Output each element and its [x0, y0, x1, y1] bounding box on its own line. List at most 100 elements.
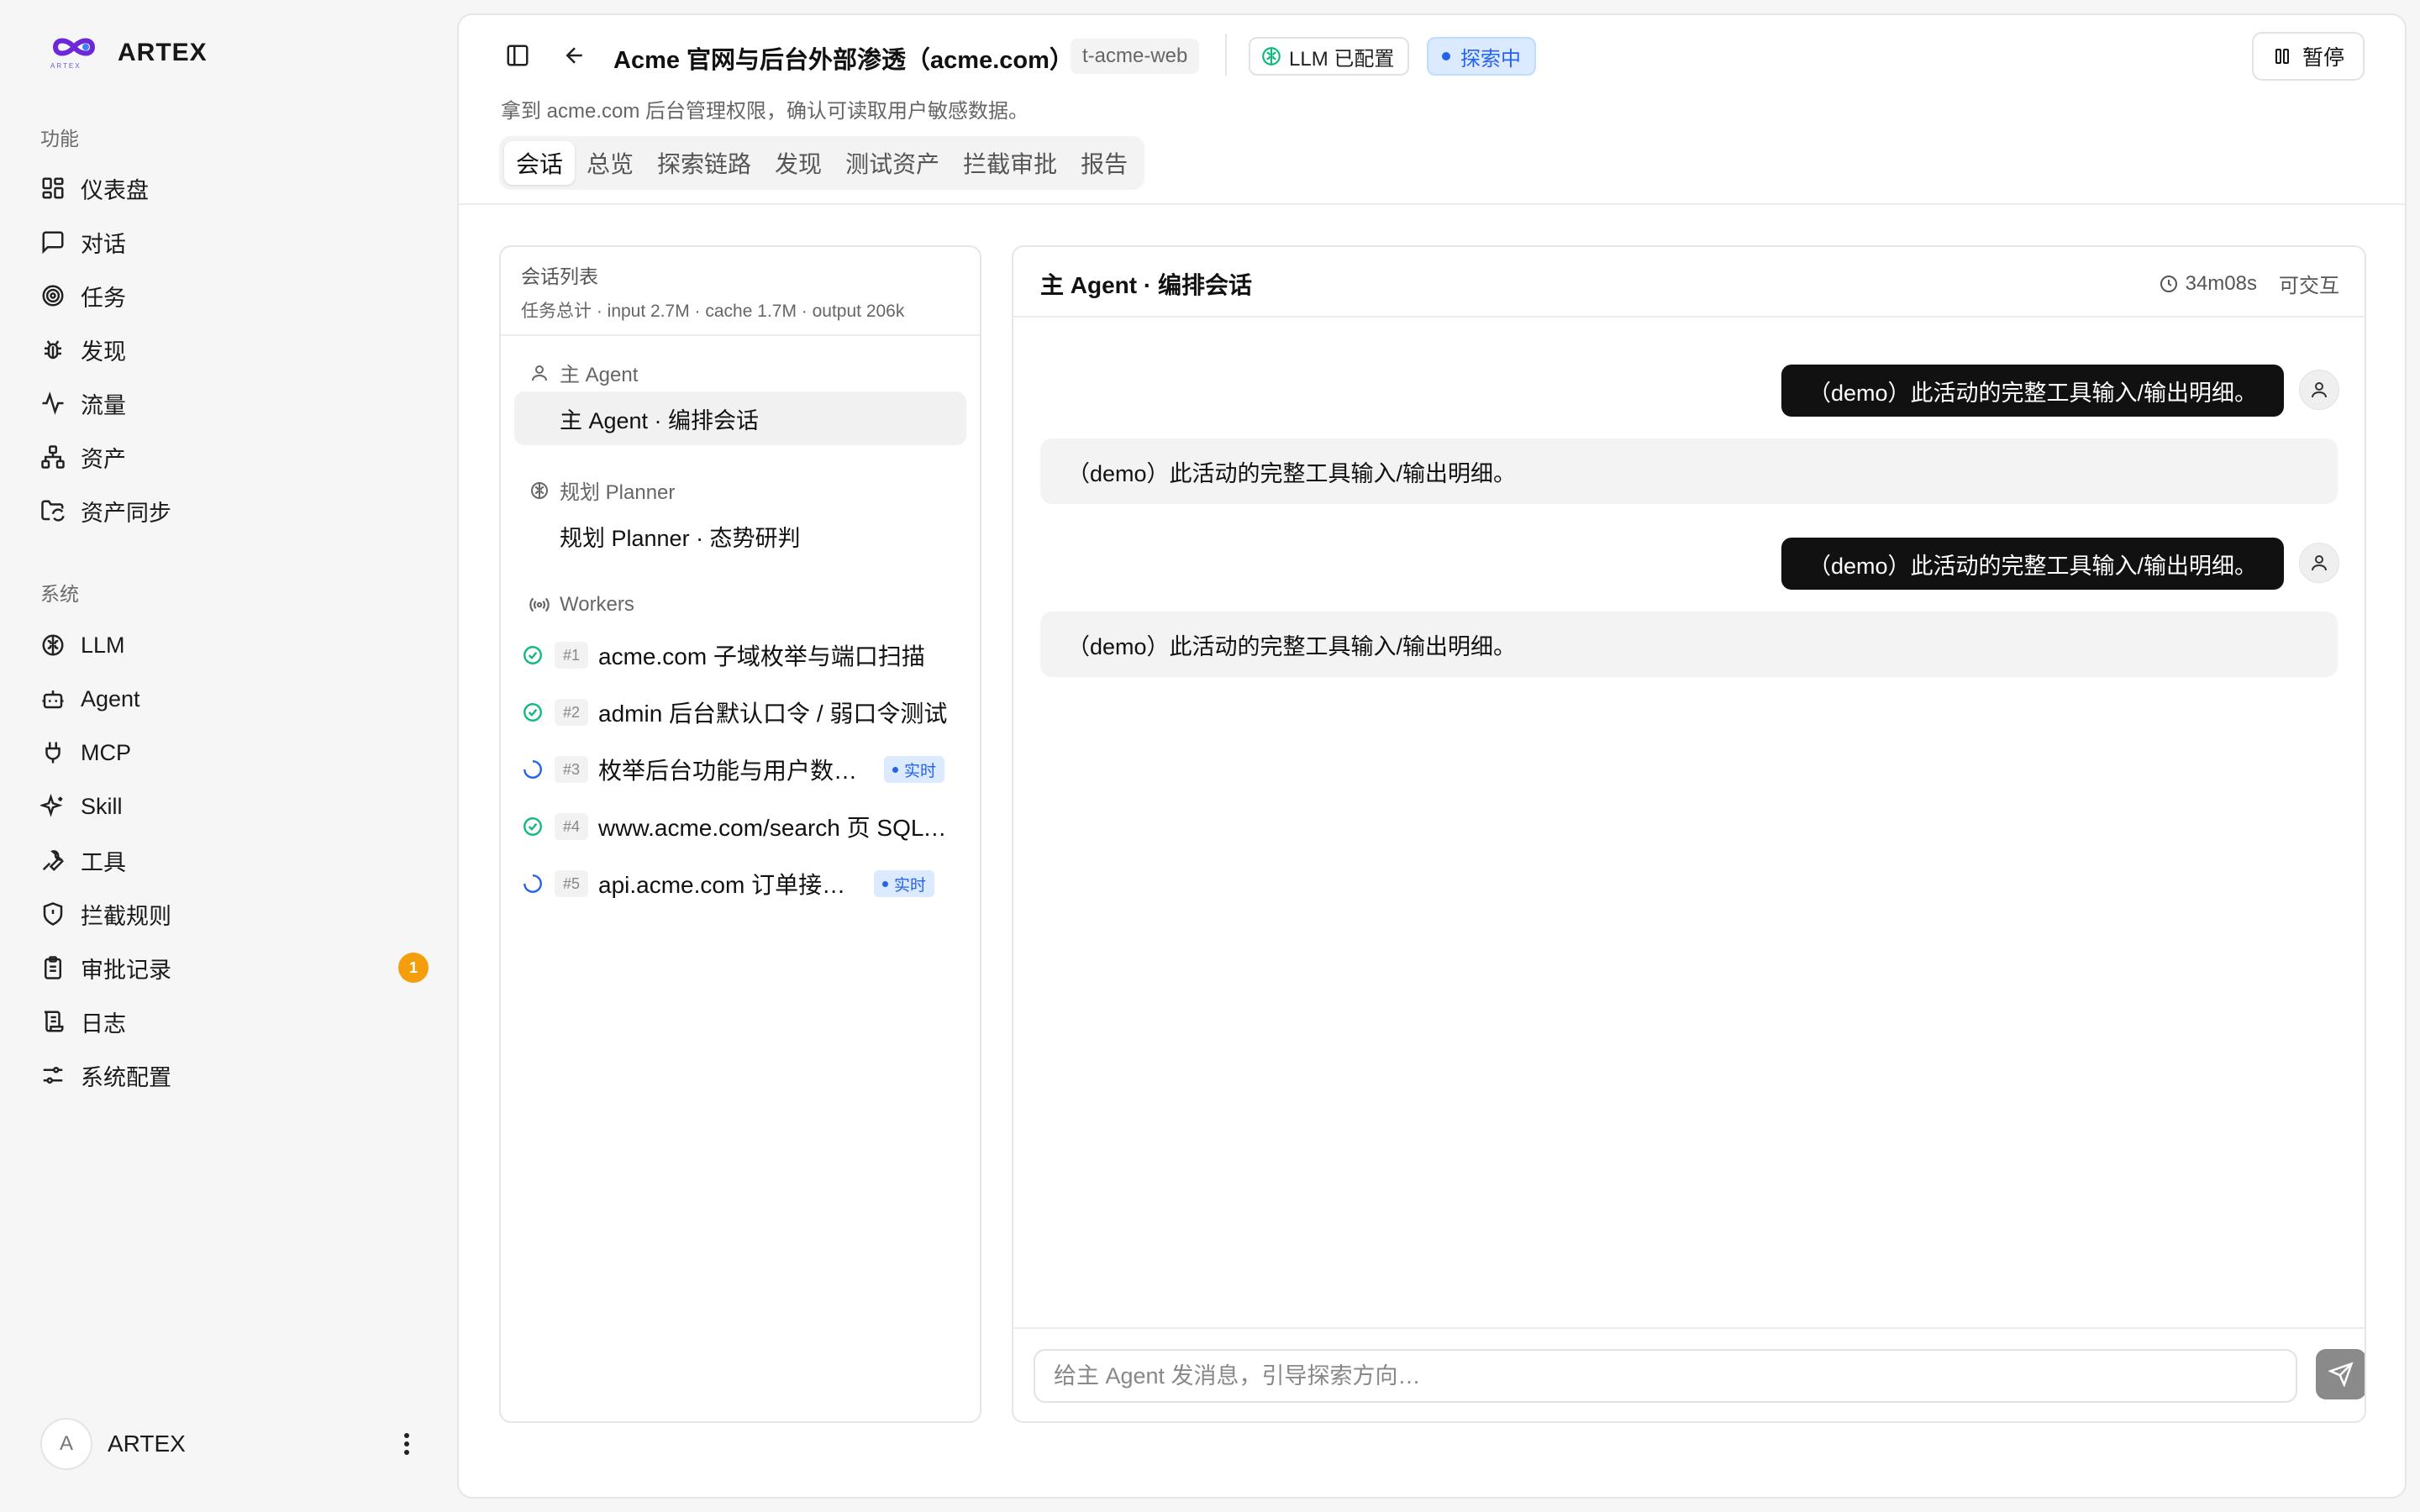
clock-icon [2159, 274, 2179, 294]
live-badge: 实时 [884, 756, 945, 783]
nav-item-tools[interactable]: 工具 [37, 838, 429, 882]
task-tabs: 会话 总览 探索链路 发现 测试资产 拦截审批 报告 [499, 136, 1145, 190]
user-name: ARTEX [108, 1431, 186, 1457]
live-badge: 实时 [874, 870, 935, 897]
nav-label: LLM [81, 632, 125, 658]
worker-label: admin 后台默认口令 / 弱口令测试 [598, 701, 948, 727]
back-arrow-icon[interactable] [556, 37, 593, 74]
nav-item-intercept-rules[interactable]: 拦截规则 [37, 892, 429, 936]
worker-number: #3 [555, 756, 588, 783]
nav-label: 日志 [81, 1011, 126, 1037]
nav-label: 资产同步 [81, 500, 171, 526]
worker-item-5[interactable]: #5 api.acme.com 订单接口越权测试 实时 [521, 860, 966, 907]
main-panel: Acme 官网与后台外部渗透（acme.com） t-acme-web LLM … [457, 13, 2407, 1499]
send-button[interactable] [2316, 1349, 2365, 1399]
elapsed-time: 34m08s [2185, 271, 2257, 295]
tab-sessions[interactable]: 会话 [504, 141, 576, 185]
brand[interactable]: ARTEX ARTEX [49, 32, 208, 74]
nav-label: Skill [81, 793, 123, 819]
pause-label: 暂停 [2302, 46, 2344, 70]
send-icon [2328, 1362, 2354, 1387]
assistant-message: （demo）此活动的完整工具输入/输出明细。 [1040, 612, 2338, 677]
session-list-title: 会话列表 [521, 265, 598, 287]
user-avatar-icon [2299, 543, 2339, 583]
spinner-icon [521, 758, 544, 781]
llm-status-pill[interactable]: LLM 已配置 [1249, 37, 1410, 76]
nav-item-tasks[interactable]: 任务 [37, 274, 429, 318]
status-dot [1442, 52, 1450, 60]
pause-button[interactable]: 暂停 [2251, 32, 2365, 81]
nav-label: MCP [81, 739, 131, 765]
nav-item-approvals[interactable]: 审批记录 1 [37, 946, 429, 990]
live-dot [892, 766, 898, 773]
worker-number: #2 [555, 699, 588, 726]
dashboard-icon [39, 174, 67, 202]
user-profile[interactable]: A ARTEX [40, 1418, 424, 1470]
worker-label: acme.com 子域枚举与端口扫描 [598, 643, 925, 669]
group-planner: 规划 Planner [528, 475, 675, 505]
nav-item-agent[interactable]: Agent [37, 677, 429, 721]
nav-item-skill[interactable]: Skill [37, 785, 429, 828]
more-vertical-icon[interactable] [390, 1427, 424, 1461]
task-description: 拿到 acme.com 后台管理权限，确认可读取用户敏感数据。 [501, 100, 1029, 123]
tab-exploration-chain[interactable]: 探索链路 [645, 141, 763, 185]
group-main-agent: 主 Agent [528, 358, 638, 387]
session-main-agent[interactable]: 主 Agent · 编排会话 [514, 391, 966, 445]
group-label: 主 Agent [560, 364, 639, 386]
avatar[interactable]: A [40, 1418, 92, 1470]
live-label: 实时 [894, 876, 927, 895]
nav-item-settings[interactable]: 系统配置 [37, 1053, 429, 1097]
toggle-sidebar-icon[interactable] [499, 37, 536, 74]
worker-item-4[interactable]: #4 www.acme.com/search 页 SQL 注入验证 [521, 803, 966, 850]
nav-item-traffic[interactable]: 流量 [37, 381, 429, 425]
nav-label: 拦截规则 [81, 903, 171, 929]
clipboard-icon [39, 953, 67, 982]
run-status-badge: 探索中 [1427, 37, 1536, 76]
nav-label: 发现 [81, 339, 126, 365]
bug-icon [39, 335, 67, 364]
session-list-panel: 会话列表 任务总计 · input 2.7M · cache 1.7M · ou… [499, 245, 981, 1423]
group-label: Workers [560, 593, 634, 616]
nav-label: 系统配置 [81, 1064, 171, 1090]
nav-label: Agent [81, 685, 140, 711]
worker-item-1[interactable]: #1 acme.com 子域枚举与端口扫描 [521, 632, 966, 679]
plug-icon [39, 738, 67, 767]
tab-overview[interactable]: 总览 [575, 141, 645, 185]
nav-label: 对话 [81, 231, 126, 257]
radio-icon [528, 593, 551, 617]
check-circle-icon [521, 701, 544, 724]
nav-item-asset-sync[interactable]: 资产同步 [37, 489, 429, 533]
assistant-message: （demo）此活动的完整工具输入/输出明细。 [1040, 438, 2338, 504]
chat-meta: 34m08s 可交互 [2159, 269, 2339, 298]
chat-title: 主 Agent · 编排会话 [1040, 272, 1252, 298]
nav-item-dashboard[interactable]: 仪表盘 [37, 166, 429, 210]
task-id-tag: t-acme-web [1071, 39, 1200, 74]
tab-report[interactable]: 报告 [1069, 141, 1139, 185]
divider [1225, 34, 1227, 76]
tab-findings[interactable]: 发现 [763, 141, 834, 185]
nav-item-chat[interactable]: 对话 [37, 220, 429, 264]
nav-item-findings[interactable]: 发现 [37, 328, 429, 371]
tab-intercept-approval[interactable]: 拦截审批 [951, 141, 1069, 185]
bot-icon [39, 685, 67, 713]
chat-header: 主 Agent · 编排会话 34m08s 可交互 [1013, 247, 2365, 318]
tab-test-assets[interactable]: 测试资产 [834, 141, 951, 185]
nav-item-logs[interactable]: 日志 [37, 1000, 429, 1043]
token-totals: 任务总计 · input 2.7M · cache 1.7M · output … [521, 302, 905, 321]
chat-mode: 可交互 [2279, 275, 2339, 297]
brand-name: ARTEX [118, 39, 208, 66]
chat-input[interactable] [1034, 1349, 2297, 1403]
brain-icon [1260, 45, 1282, 67]
worker-item-3[interactable]: #3 枚举后台功能与用户数据接口 实时 [521, 746, 966, 793]
section-title-features: 功能 [40, 128, 79, 150]
user-avatar-icon [2299, 370, 2339, 410]
nav-label: 审批记录 [81, 957, 171, 983]
group-workers: Workers [528, 593, 634, 617]
nav-label: 任务 [81, 285, 126, 311]
session-planner[interactable]: 规划 Planner · 态势研判 [514, 509, 966, 563]
worker-item-2[interactable]: #2 admin 后台默认口令 / 弱口令测试 [521, 689, 966, 736]
nav-item-assets[interactable]: 资产 [37, 435, 429, 479]
nav-item-llm[interactable]: LLM [37, 623, 429, 667]
nav-item-mcp[interactable]: MCP [37, 731, 429, 774]
nav-label: 工具 [81, 849, 126, 875]
